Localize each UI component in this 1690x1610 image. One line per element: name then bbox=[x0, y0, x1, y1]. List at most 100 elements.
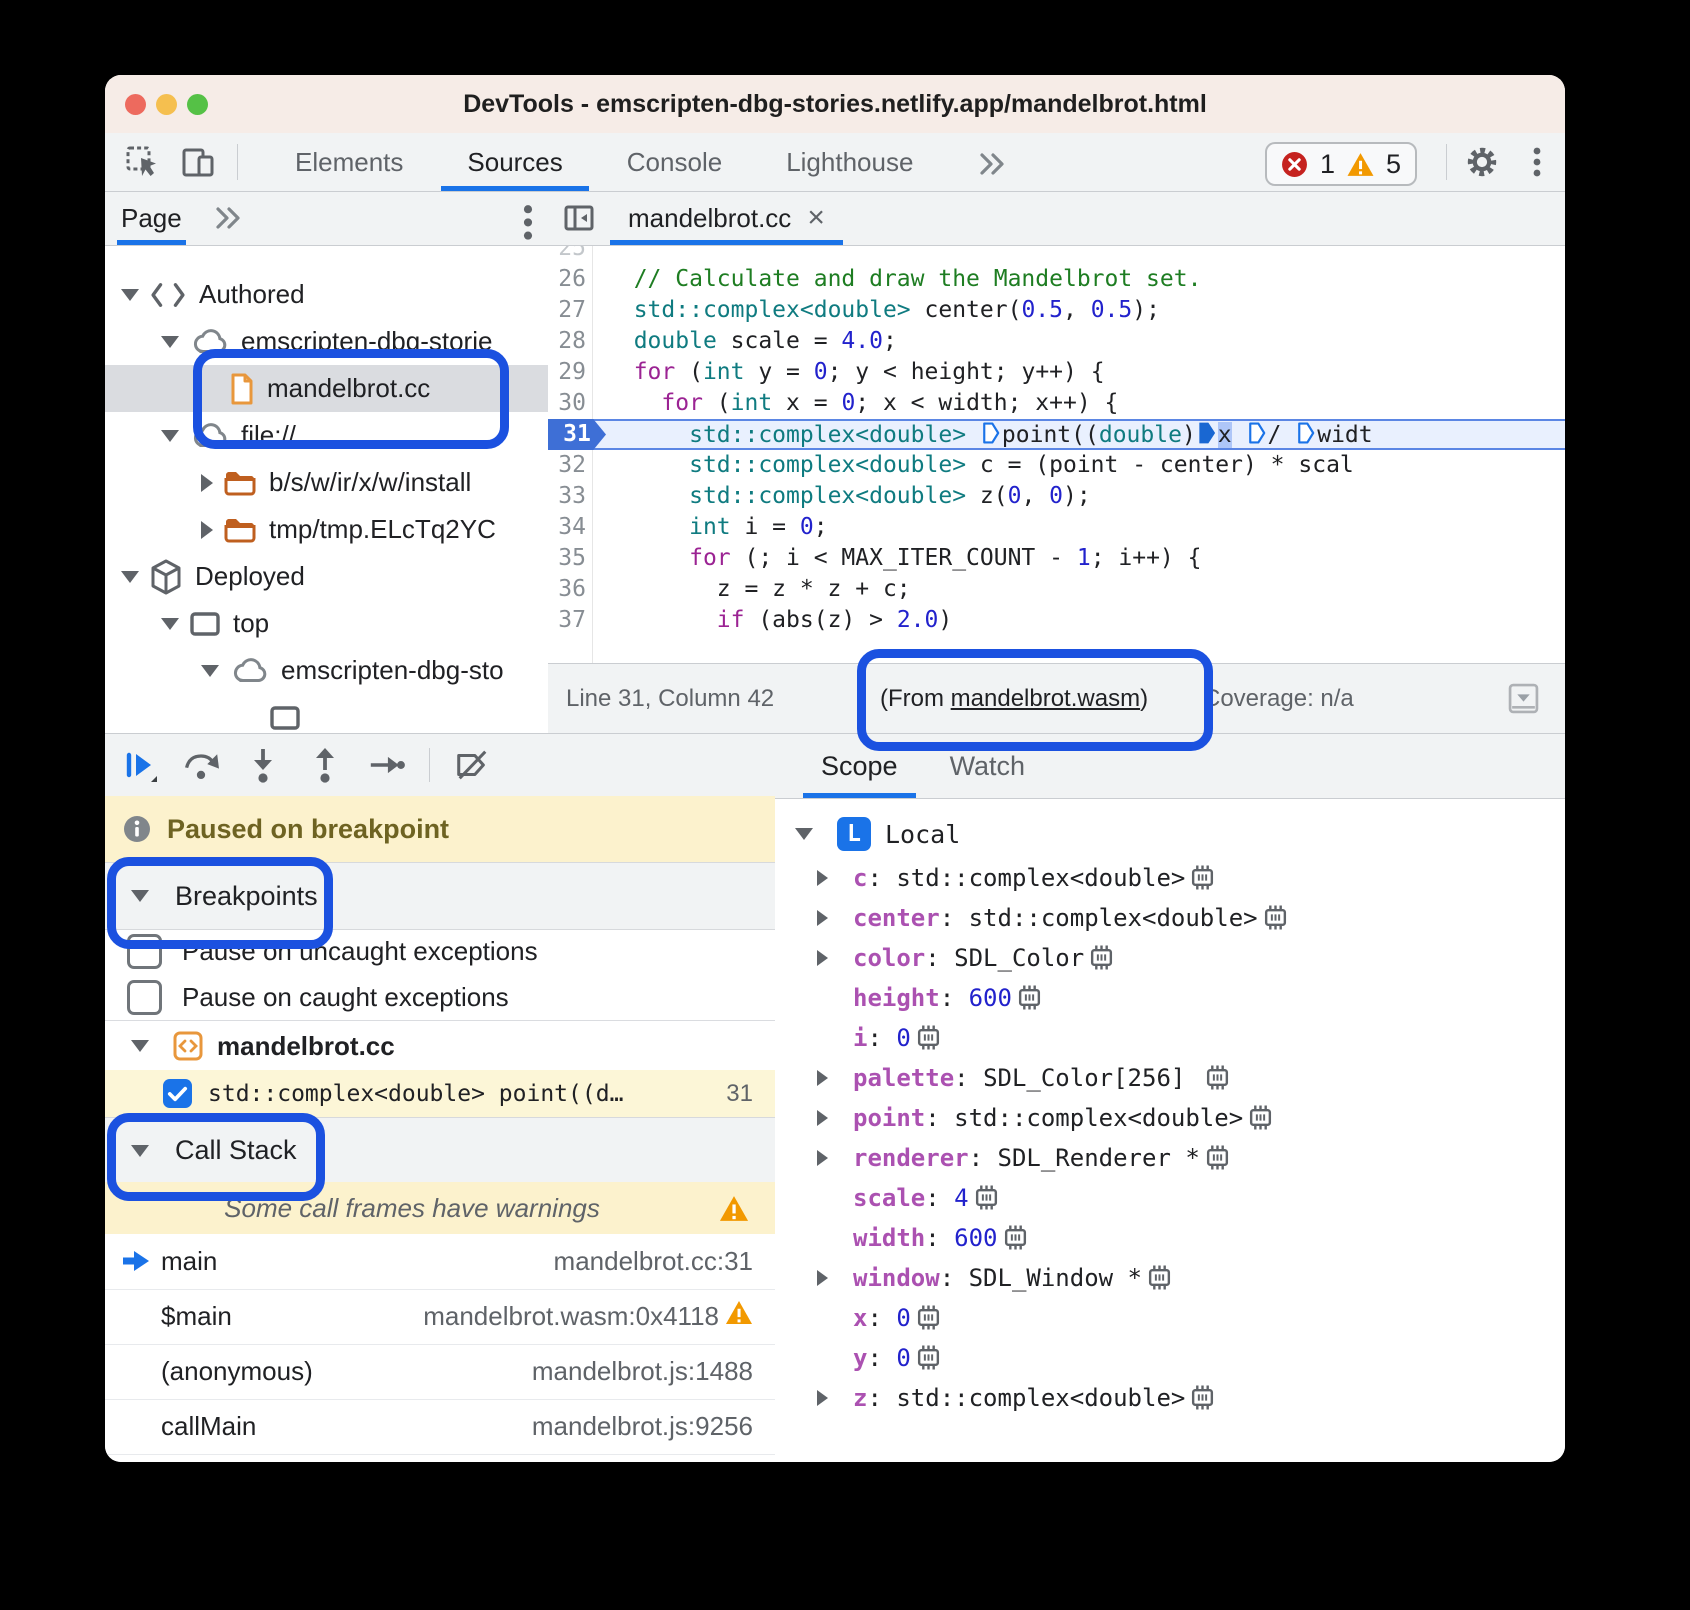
kebab-menu-icon[interactable] bbox=[1531, 145, 1543, 179]
tree-row-tmp-tmp-elctq2yc[interactable]: tmp/tmp.ELcTq2YC bbox=[105, 506, 548, 553]
callstack-frame-main[interactable]: mainmandelbrot.cc:31 bbox=[105, 1234, 775, 1290]
callstack-frame-callmain[interactable]: callMainmandelbrot.js:9256 bbox=[105, 1399, 775, 1455]
variable-row-i[interactable]: i: 0 bbox=[775, 1018, 1565, 1058]
chevron-right-icon[interactable] bbox=[817, 1390, 828, 1406]
chevron-down-icon[interactable] bbox=[201, 665, 219, 677]
inspect-element-icon[interactable] bbox=[125, 145, 159, 179]
tab-mandelbrot-cc[interactable]: mandelbrot.cc × bbox=[610, 191, 843, 245]
code-line-34[interactable]: 34 int i = 0; bbox=[548, 512, 1565, 543]
tab-sources[interactable]: Sources bbox=[435, 133, 594, 191]
line-number[interactable]: 28 bbox=[548, 326, 586, 357]
minimize-window-button[interactable] bbox=[156, 94, 177, 115]
memory-inspector-icon[interactable] bbox=[915, 1023, 942, 1063]
tab-console[interactable]: Console bbox=[595, 133, 754, 191]
code-line-27[interactable]: 27 std::complex<double> center(0.5, 0.5)… bbox=[548, 295, 1565, 326]
chevron-right-icon[interactable] bbox=[201, 521, 213, 539]
step-into-button[interactable] bbox=[243, 745, 283, 785]
code-line-28[interactable]: 28 double scale = 4.0; bbox=[548, 326, 1565, 357]
code-line-25[interactable]: 25 bbox=[548, 245, 1565, 264]
tree-row-b-s-w-ir-x-w-install[interactable]: b/s/w/ir/x/w/install bbox=[105, 459, 548, 506]
variable-row-x[interactable]: x: 0 bbox=[775, 1298, 1565, 1338]
variable-row-window[interactable]: window: SDL_Window * bbox=[775, 1258, 1565, 1298]
issues-badge[interactable]: 1 5 bbox=[1265, 142, 1417, 186]
memory-inspector-icon[interactable] bbox=[973, 1183, 1000, 1223]
tree-row-top[interactable]: top bbox=[105, 600, 548, 647]
tab-watch[interactable]: Watch bbox=[932, 734, 1044, 798]
memory-inspector-icon[interactable] bbox=[1204, 1143, 1231, 1183]
tree-row-mandelbrot-cc[interactable]: mandelbrot.cc bbox=[105, 365, 548, 412]
code-line-30[interactable]: 30 for (int x = 0; x < width; x++) { bbox=[548, 388, 1565, 419]
chevron-right-icon[interactable] bbox=[201, 474, 213, 492]
variable-row-c[interactable]: c: std::complex<double> bbox=[775, 858, 1565, 898]
step-over-button[interactable] bbox=[181, 745, 221, 785]
pretty-print-icon[interactable] bbox=[1508, 683, 1539, 714]
tree-row-file-[interactable]: file:// bbox=[105, 412, 548, 459]
tree-row-partial[interactable] bbox=[105, 694, 548, 733]
variable-row-center[interactable]: center: std::complex<double> bbox=[775, 898, 1565, 938]
checkbox-unchecked[interactable] bbox=[127, 934, 162, 969]
chevron-down-icon[interactable] bbox=[121, 571, 139, 583]
exception-toggle-row[interactable]: Pause on uncaught exceptions bbox=[105, 928, 775, 974]
memory-inspector-icon[interactable] bbox=[1262, 903, 1289, 943]
chevron-right-icon[interactable] bbox=[817, 950, 828, 966]
line-number[interactable]: 34 bbox=[548, 512, 586, 543]
variable-row-renderer[interactable]: renderer: SDL_Renderer * bbox=[775, 1138, 1565, 1178]
breakpoints-section-header[interactable]: Breakpoints bbox=[105, 862, 775, 930]
chevron-down-icon[interactable] bbox=[121, 289, 139, 301]
memory-inspector-icon[interactable] bbox=[1088, 943, 1115, 983]
memory-inspector-icon[interactable] bbox=[915, 1303, 942, 1343]
variable-row-point[interactable]: point: std::complex<double> bbox=[775, 1098, 1565, 1138]
chevron-down-icon[interactable] bbox=[161, 618, 179, 630]
tree-row-emscripten-dbg-storie[interactable]: emscripten-dbg-storie bbox=[105, 318, 548, 365]
variable-row-scale[interactable]: scale: 4 bbox=[775, 1178, 1565, 1218]
step-button[interactable] bbox=[367, 745, 407, 785]
step-location-icon[interactable] bbox=[1248, 421, 1266, 452]
close-window-button[interactable] bbox=[125, 94, 146, 115]
close-tab-icon[interactable]: × bbox=[807, 201, 825, 235]
variable-row-z[interactable]: z: std::complex<double> bbox=[775, 1378, 1565, 1418]
tab-page[interactable]: Page bbox=[121, 191, 182, 245]
device-toolbar-icon[interactable] bbox=[181, 145, 215, 179]
callstack-section-header[interactable]: Call Stack bbox=[105, 1117, 775, 1184]
tree-row-deployed[interactable]: Deployed bbox=[105, 553, 548, 600]
memory-inspector-icon[interactable] bbox=[1247, 1103, 1274, 1143]
code-line-36[interactable]: 36 z = z * z + c; bbox=[548, 574, 1565, 605]
chevron-down-icon[interactable] bbox=[161, 430, 179, 442]
deactivate-breakpoints-button[interactable] bbox=[452, 745, 492, 785]
chevron-right-icon[interactable] bbox=[817, 1110, 828, 1126]
code-area[interactable]: 2526 // Calculate and draw the Mandelbro… bbox=[548, 245, 1565, 664]
checkbox-unchecked[interactable] bbox=[127, 980, 162, 1015]
chevron-right-icon[interactable] bbox=[817, 1270, 828, 1286]
exception-toggle-row[interactable]: Pause on caught exceptions bbox=[105, 974, 775, 1020]
callstack-frame-$main[interactable]: $mainmandelbrot.wasm:0x4118 bbox=[105, 1289, 775, 1345]
memory-inspector-icon[interactable] bbox=[1002, 1223, 1029, 1263]
memory-inspector-icon[interactable] bbox=[1146, 1263, 1173, 1303]
variable-row-color[interactable]: color: SDL_Color bbox=[775, 938, 1565, 978]
code-line-31[interactable]: 31 std::complex<double> point((double)x … bbox=[548, 419, 1565, 450]
breakpoint-entry[interactable]: std::complex<double> point((d… 31 bbox=[105, 1070, 775, 1117]
zoom-window-button[interactable] bbox=[187, 94, 208, 115]
wasm-link[interactable]: mandelbrot.wasm bbox=[951, 685, 1140, 712]
code-line-35[interactable]: 35 for (; i < MAX_ITER_COUNT - 1; i++) { bbox=[548, 543, 1565, 574]
line-number[interactable]: 30 bbox=[548, 388, 586, 419]
tab-elements[interactable]: Elements bbox=[263, 133, 435, 191]
code-line-33[interactable]: 33 std::complex<double> z(0, 0); bbox=[548, 481, 1565, 512]
step-location-icon[interactable] bbox=[982, 421, 1000, 452]
code-line-32[interactable]: 32 std::complex<double> c = (point - cen… bbox=[548, 450, 1565, 481]
memory-inspector-icon[interactable] bbox=[1204, 1063, 1231, 1103]
settings-gear-icon[interactable] bbox=[1465, 145, 1499, 179]
collapse-panel-icon[interactable] bbox=[562, 201, 596, 235]
memory-inspector-icon[interactable] bbox=[1189, 863, 1216, 903]
line-number[interactable]: 35 bbox=[548, 543, 586, 574]
tab-lighthouse[interactable]: Lighthouse bbox=[754, 133, 945, 191]
chevron-right-icon[interactable] bbox=[817, 1150, 828, 1166]
step-location-icon[interactable] bbox=[1297, 421, 1315, 452]
line-number[interactable]: 26 bbox=[548, 264, 586, 295]
code-line-26[interactable]: 26 // Calculate and draw the Mandelbrot … bbox=[548, 264, 1565, 295]
memory-inspector-icon[interactable] bbox=[1189, 1383, 1216, 1423]
line-number[interactable]: 37 bbox=[548, 605, 586, 636]
chevron-right-icon[interactable] bbox=[817, 1070, 828, 1086]
more-panels-icon[interactable] bbox=[945, 133, 1039, 191]
variable-row-y[interactable]: y: 0 bbox=[775, 1338, 1565, 1378]
chevron-right-icon[interactable] bbox=[817, 870, 828, 886]
